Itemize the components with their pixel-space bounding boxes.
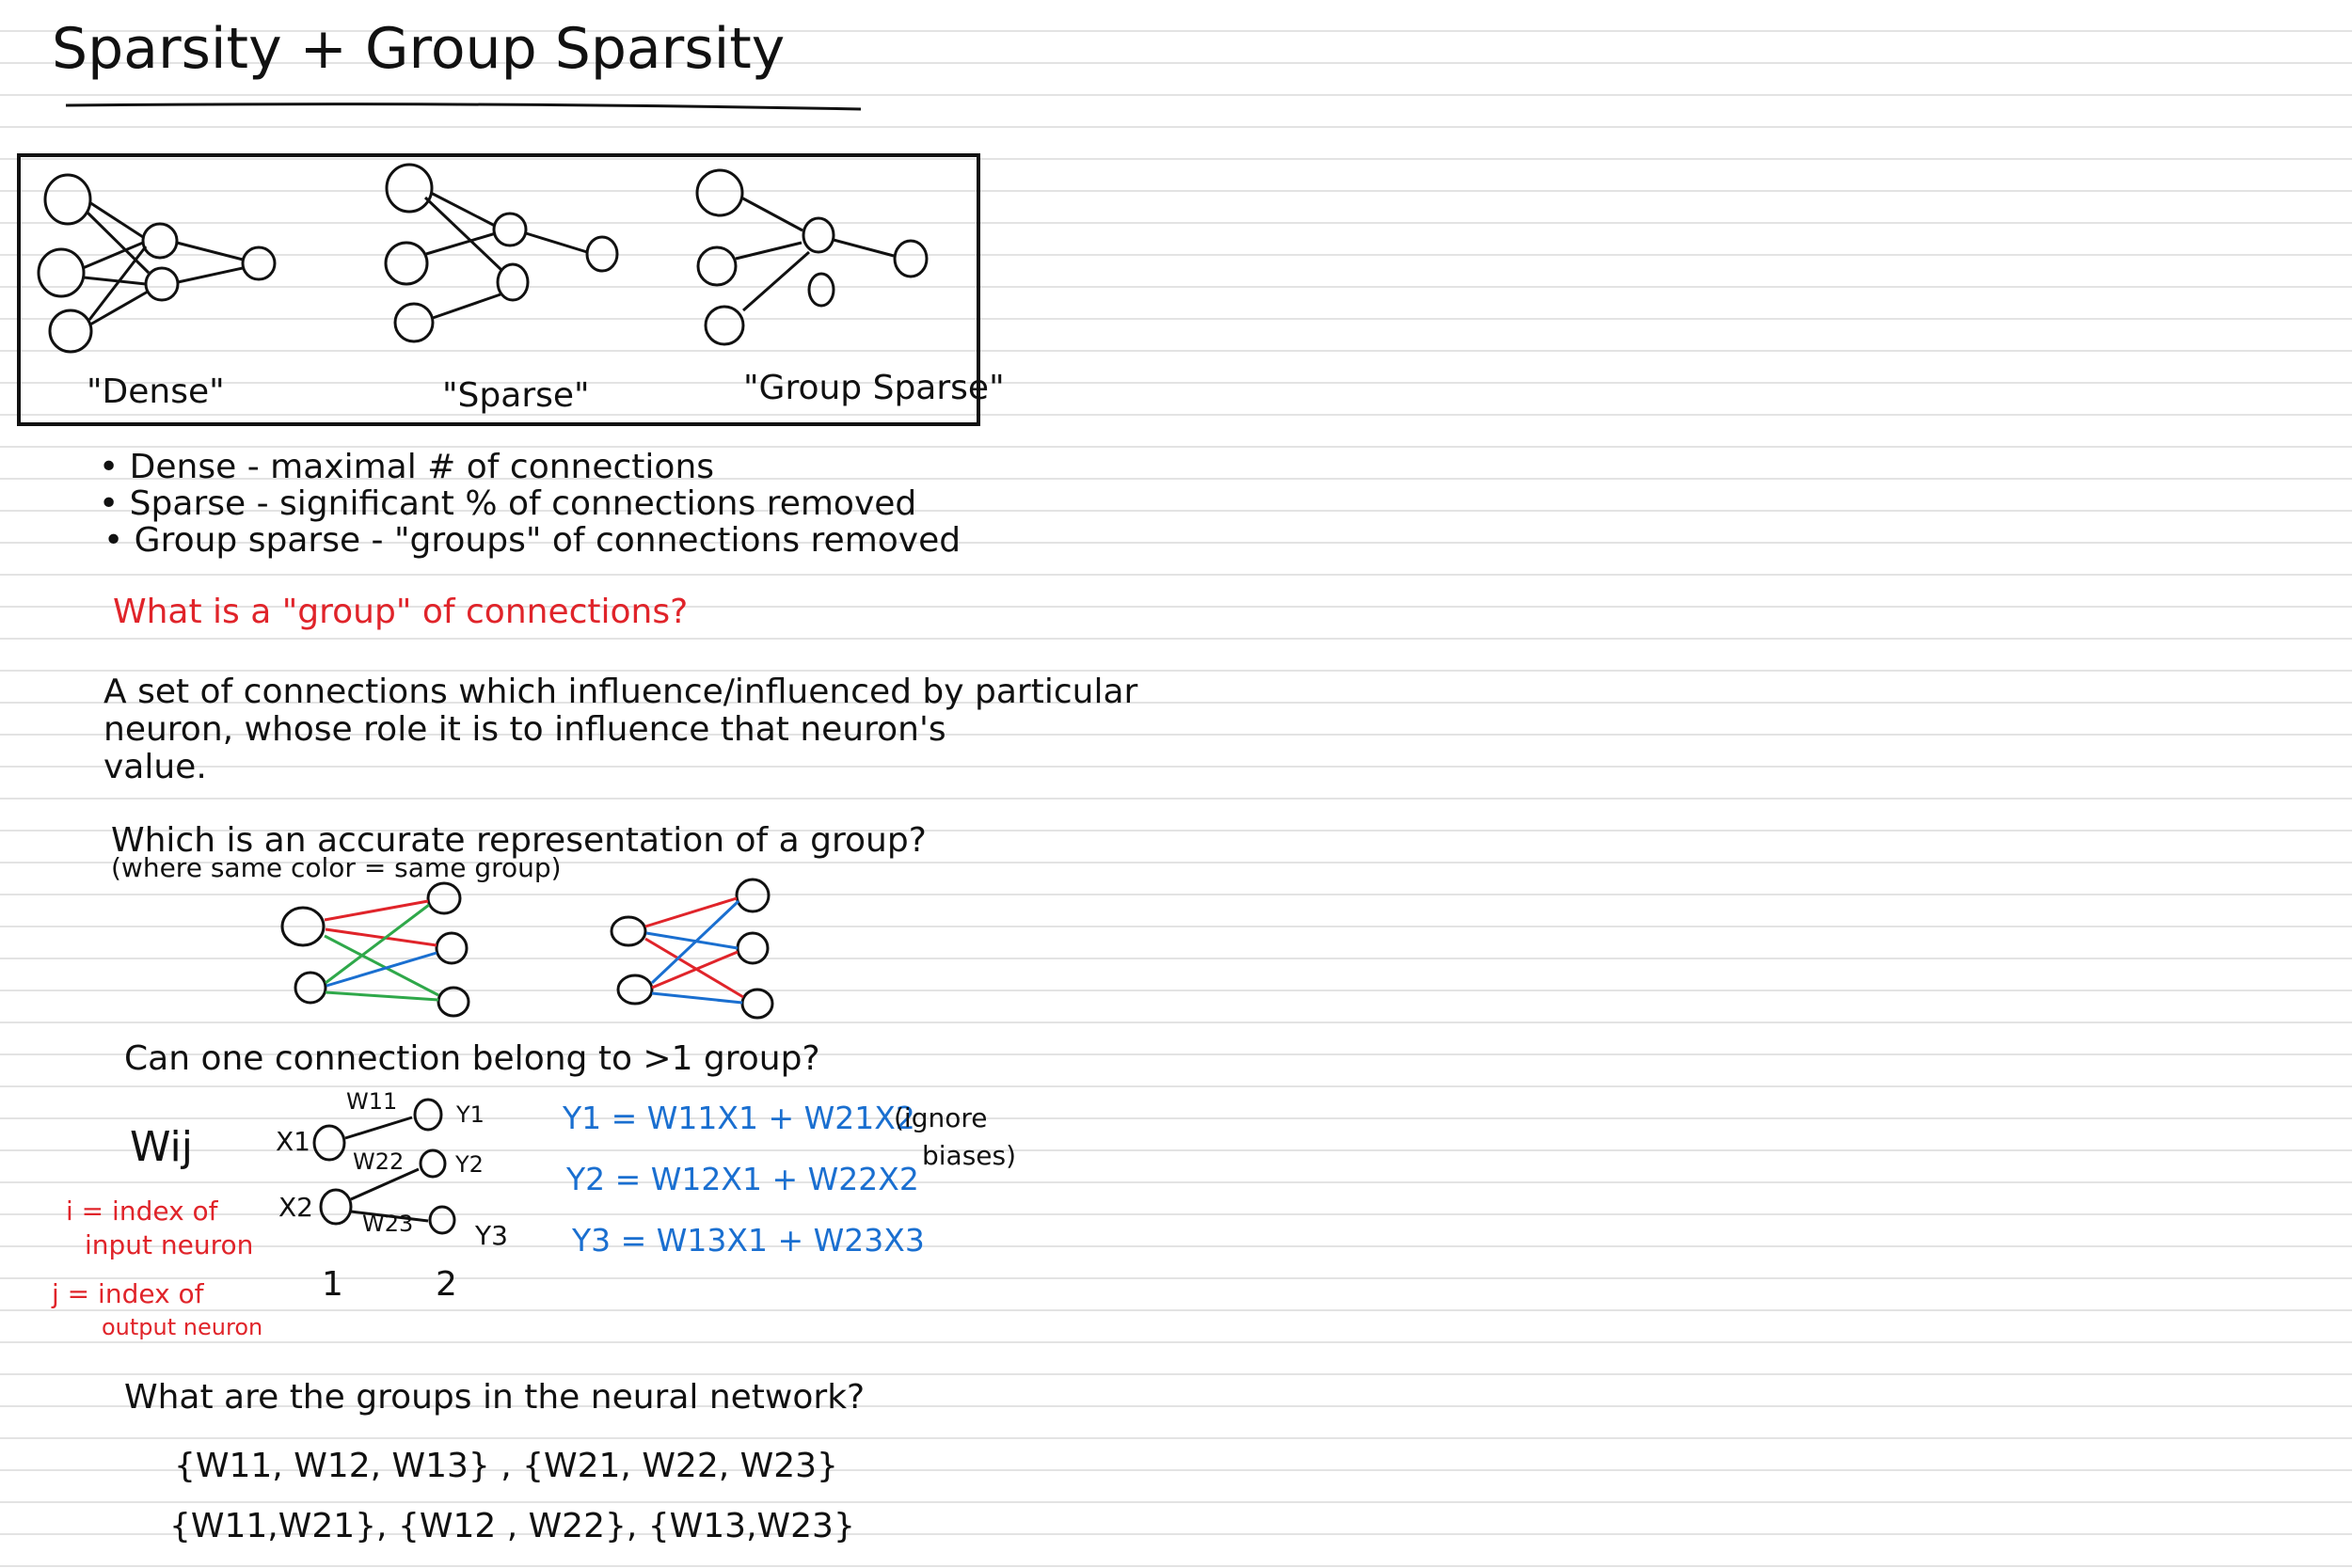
j-definition-1: j = index of <box>52 1278 204 1309</box>
group-sparse-label: "Group Sparse" <box>743 369 1005 407</box>
ignore-note-2: biases) <box>922 1140 1017 1171</box>
layer-1-label: 1 <box>322 1265 343 1304</box>
wij-symbol: Wij <box>130 1123 193 1171</box>
x2-label: X2 <box>278 1192 313 1223</box>
w22-label: W22 <box>353 1148 405 1175</box>
w11-label: W11 <box>346 1088 398 1115</box>
w23-label: W23 <box>362 1211 414 1237</box>
definition-line-3: value. <box>103 748 207 786</box>
y1-label: Y1 <box>456 1101 485 1128</box>
equation-y3: Y3 = W13X1 + W23X3 <box>572 1222 925 1259</box>
sparse-network <box>384 163 619 343</box>
question-what-is-group: What is a "group" of connections? <box>113 593 689 631</box>
sparse-label: "Sparse" <box>442 376 590 415</box>
answer-line-1: {W11, W12, W13} , {W21, W22, W23} <box>174 1447 838 1485</box>
bullet-group-sparse: • Group sparse - "groups" of connections… <box>103 521 961 560</box>
answer-line-2: {W11,W21}, {W12 , W22}, {W13,W23} <box>169 1507 855 1545</box>
y3-label: Y3 <box>475 1220 508 1251</box>
title-underline <box>65 103 862 111</box>
ignore-note-1: (ignore <box>894 1102 988 1133</box>
group-option-a <box>280 881 470 1018</box>
layer-2-label: 2 <box>436 1265 457 1304</box>
dense-network <box>37 173 277 354</box>
i-definition-2: input neuron <box>85 1229 254 1260</box>
j-definition-2: output neuron <box>102 1314 263 1340</box>
definition-line-1: A set of connections which influence/inf… <box>103 673 1138 711</box>
group-option-b <box>610 878 774 1020</box>
question-accurate-note: (where same color = same group) <box>111 852 562 883</box>
y2-label: Y2 <box>455 1151 484 1178</box>
bullet-sparse: • Sparse - significant % of connections … <box>99 484 917 523</box>
bullet-dense: • Dense - maximal # of connections <box>99 448 715 486</box>
drawing-canvas <box>17 103 980 1235</box>
equation-y2: Y2 = W12X1 + W22X2 <box>566 1161 919 1197</box>
equation-y1: Y1 = W11X1 + W21X2 <box>563 1100 915 1136</box>
x1-label: X1 <box>276 1126 310 1157</box>
definition-line-2: neuron, whose role it is to influence th… <box>103 710 946 749</box>
question-overlap: Can one connection belong to >1 group? <box>124 1039 820 1078</box>
question-groups: What are the groups in the neural networ… <box>124 1378 866 1417</box>
dense-label: "Dense" <box>87 372 225 411</box>
group-sparse-network <box>695 168 929 346</box>
i-definition-1: i = index of <box>66 1196 218 1227</box>
